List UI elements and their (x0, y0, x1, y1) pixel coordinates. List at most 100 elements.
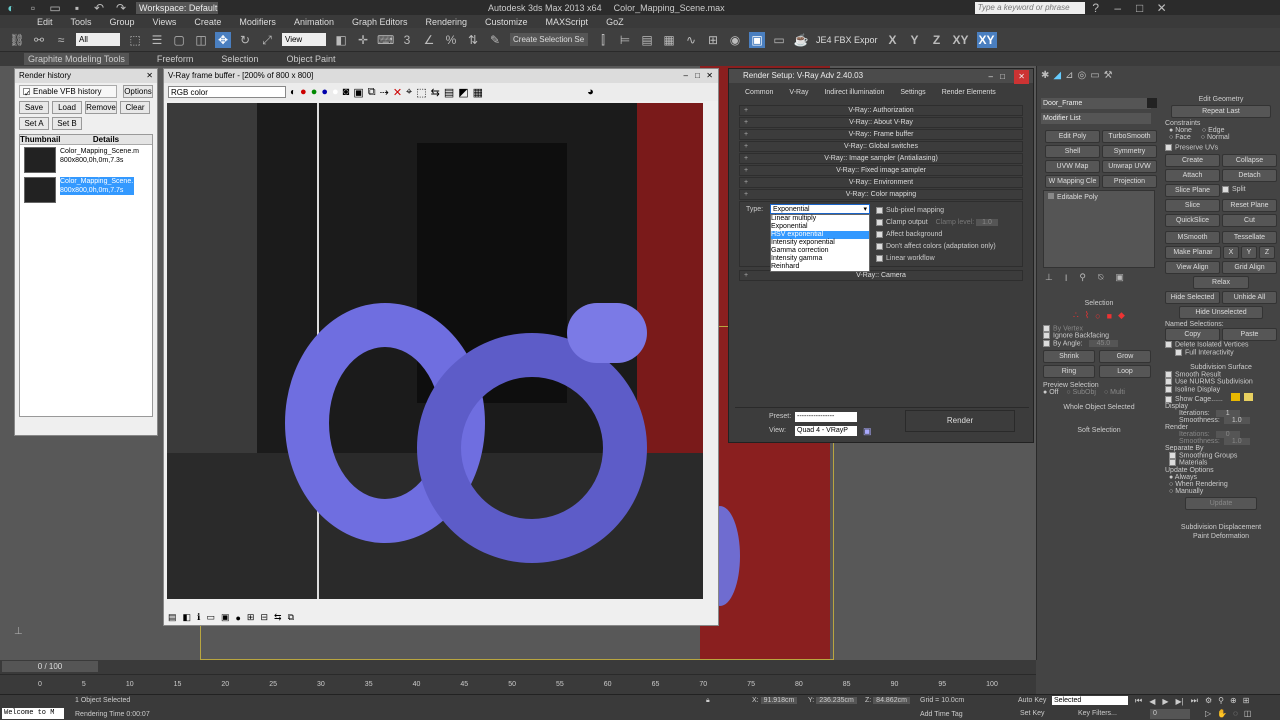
render-production-icon[interactable]: ☕ (793, 32, 809, 48)
menu-graph-editors[interactable]: Graph Editors (352, 17, 408, 27)
rollout-environment[interactable]: V-Ray:: Environment (739, 177, 1023, 188)
symmetry-button[interactable]: Symmetry (1102, 145, 1157, 158)
tab-render-elements[interactable]: Render Elements (934, 89, 1004, 96)
tab-graphite-modeling[interactable]: Graphite Modeling Tools (24, 53, 129, 65)
vfb-info-icon[interactable]: ℹ (197, 612, 200, 623)
render-iterations-field[interactable]: 0 (1215, 431, 1240, 439)
axis-x-button[interactable]: X (885, 32, 901, 48)
menu-group[interactable]: Group (110, 17, 135, 27)
vertex-mode-icon[interactable]: ∴ (1073, 310, 1079, 321)
close-icon[interactable]: ✕ (146, 69, 153, 83)
subdivision-surface-title[interactable]: Subdivision Surface (1165, 364, 1277, 371)
zoom-extents-icon[interactable]: ⊞ (1243, 696, 1250, 705)
linear-workflow-checkbox[interactable]: Linear workflow (876, 253, 998, 265)
unlink-icon[interactable]: ⚯ (31, 32, 47, 48)
repeat-last-button[interactable]: Repeat Last (1171, 105, 1271, 118)
vfb-tool-9-icon[interactable]: ⧉ (288, 612, 294, 623)
reset-plane-button[interactable]: Reset Plane (1222, 199, 1277, 213)
menu-views[interactable]: Views (153, 17, 177, 27)
lens-effects-icon[interactable]: ▤ (444, 86, 454, 99)
maxscript-listener[interactable]: Welcome to M (2, 708, 64, 719)
select-by-name-icon[interactable]: ☰ (149, 32, 165, 48)
channel-dropdown[interactable]: RGB color (168, 86, 286, 98)
adjust-icon[interactable]: ◕ (587, 86, 594, 98)
edge-mode-icon[interactable]: ⌇ (1085, 310, 1089, 321)
preview-subobj-radio[interactable]: ○ SubObj (1066, 389, 1096, 396)
collapse-button[interactable]: Collapse (1222, 154, 1277, 168)
graphite-toggle-icon[interactable]: ▦ (661, 32, 677, 48)
polygon-mode-icon[interactable]: ■ (1107, 311, 1112, 321)
smoothing-groups-checkbox[interactable]: Smoothing Groups (1165, 452, 1277, 459)
menu-modifiers[interactable]: Modifiers (239, 17, 276, 27)
sub-pixel-mapping-checkbox[interactable]: Sub-pixel mapping (876, 205, 998, 217)
key-filters-button[interactable]: Key Filters... (1078, 710, 1117, 717)
bind-icon[interactable]: ≈ (53, 32, 69, 48)
modifier-stack[interactable]: Editable Poly (1043, 190, 1155, 268)
add-time-tag-button[interactable]: Add Time Tag (920, 711, 963, 718)
view-align-button[interactable]: View Align (1165, 261, 1220, 275)
curve-editor-icon[interactable]: ∿ (683, 32, 699, 48)
loop-button[interactable]: Loop (1099, 365, 1151, 379)
load-button[interactable]: Load (52, 101, 82, 114)
blue-channel-icon[interactable]: ● (321, 86, 328, 98)
clamp-level-field[interactable]: 1.0 (976, 219, 998, 226)
grow-button[interactable]: Grow (1099, 350, 1151, 364)
maximize-viewport-icon[interactable]: ◫ (1244, 709, 1252, 718)
color-channels-icon[interactable]: ◐ (290, 87, 296, 98)
vfb-tool-8-icon[interactable]: ⇆ (274, 612, 282, 623)
remove-modifier-icon[interactable]: ⍉ (1098, 272, 1103, 283)
dont-affect-colors-checkbox[interactable]: Don't affect colors (adaptation only) (876, 241, 998, 253)
shrink-button[interactable]: Shrink (1043, 350, 1095, 364)
x-coordinate-field[interactable]: 91.918cm (760, 697, 798, 704)
remove-button[interactable]: Remove (85, 101, 117, 114)
tessellate-button[interactable]: Tessellate (1222, 231, 1277, 245)
mono-icon[interactable]: ◙ (343, 86, 350, 98)
pan-icon[interactable]: ✋ (1217, 709, 1227, 718)
z-coordinate-field[interactable]: 84.862cm (873, 697, 910, 704)
hide-selected-button[interactable]: Hide Selected (1165, 291, 1220, 305)
rollout-about-vray[interactable]: V-Ray:: About V-Ray (739, 117, 1023, 128)
save-image-icon[interactable]: ▣ (353, 86, 363, 99)
rollout-fixed-image-sampler[interactable]: V-Ray:: Fixed image sampler (739, 165, 1023, 176)
rollout-image-sampler[interactable]: V-Ray:: Image sampler (Antialiasing) (739, 153, 1023, 164)
open-icon[interactable]: ▭ (47, 0, 63, 16)
save-icon[interactable]: ▪ (69, 0, 85, 16)
maximize-icon[interactable]: □ (1132, 0, 1148, 16)
set-a-button[interactable]: Set A (19, 117, 49, 130)
slice-plane-button[interactable]: Slice Plane (1165, 184, 1220, 198)
app-logo-icon[interactable]: ◐ (3, 0, 19, 16)
rollout-global-switches[interactable]: V-Ray:: Global switches (739, 141, 1023, 152)
zoom-all-icon[interactable]: ⊕ (1230, 696, 1237, 705)
create-button[interactable]: Create (1165, 154, 1220, 168)
menu-edit[interactable]: Edit (37, 17, 53, 27)
uvw-map-button[interactable]: UVW Map (1045, 160, 1100, 173)
rect-region-icon[interactable]: ▢ (171, 32, 187, 48)
minimize-icon[interactable]: – (989, 70, 993, 84)
angle-snap-icon[interactable]: ∠ (421, 32, 437, 48)
create-tab-icon[interactable]: ✱ (1041, 70, 1049, 81)
named-selection-dropdown[interactable]: Create Selection Se (510, 33, 588, 46)
layer-manager-icon[interactable]: ▤ (639, 32, 655, 48)
track-mouse-icon[interactable]: ⌖ (406, 86, 412, 99)
green-channel-icon[interactable]: ● (311, 86, 318, 98)
close-icon[interactable]: ✕ (706, 69, 713, 83)
workspace-dropdown[interactable]: Workspace: Default (136, 1, 218, 14)
preset-dropdown[interactable]: ---------------- (795, 412, 857, 422)
align-icon[interactable]: ⊨ (617, 32, 633, 48)
border-mode-icon[interactable]: ○ (1095, 311, 1100, 321)
hierarchy-tab-icon[interactable]: ⊿ (1065, 70, 1073, 81)
planar-z-button[interactable]: Z (1259, 246, 1275, 260)
pivot-icon[interactable]: ◧ (333, 32, 349, 48)
time-slider-handle[interactable]: 0 / 100 (2, 661, 98, 672)
grid-align-button[interactable]: Grid Align (1222, 261, 1277, 275)
type-dropdown[interactable]: Exponential ▾ (770, 204, 870, 214)
menu-tools[interactable]: Tools (71, 17, 92, 27)
axis-xy-button[interactable]: XY (951, 32, 971, 48)
object-color-swatch[interactable] (1147, 98, 1157, 108)
y-coordinate-field[interactable]: 236.235cm (816, 697, 857, 704)
hide-unselected-button[interactable]: Hide Unselected (1179, 306, 1263, 320)
orbit-icon[interactable]: ◌ (1233, 709, 1238, 718)
axis-z-button[interactable]: Z (929, 32, 945, 48)
menu-create[interactable]: Create (194, 17, 221, 27)
schematic-view-icon[interactable]: ⊞ (705, 32, 721, 48)
